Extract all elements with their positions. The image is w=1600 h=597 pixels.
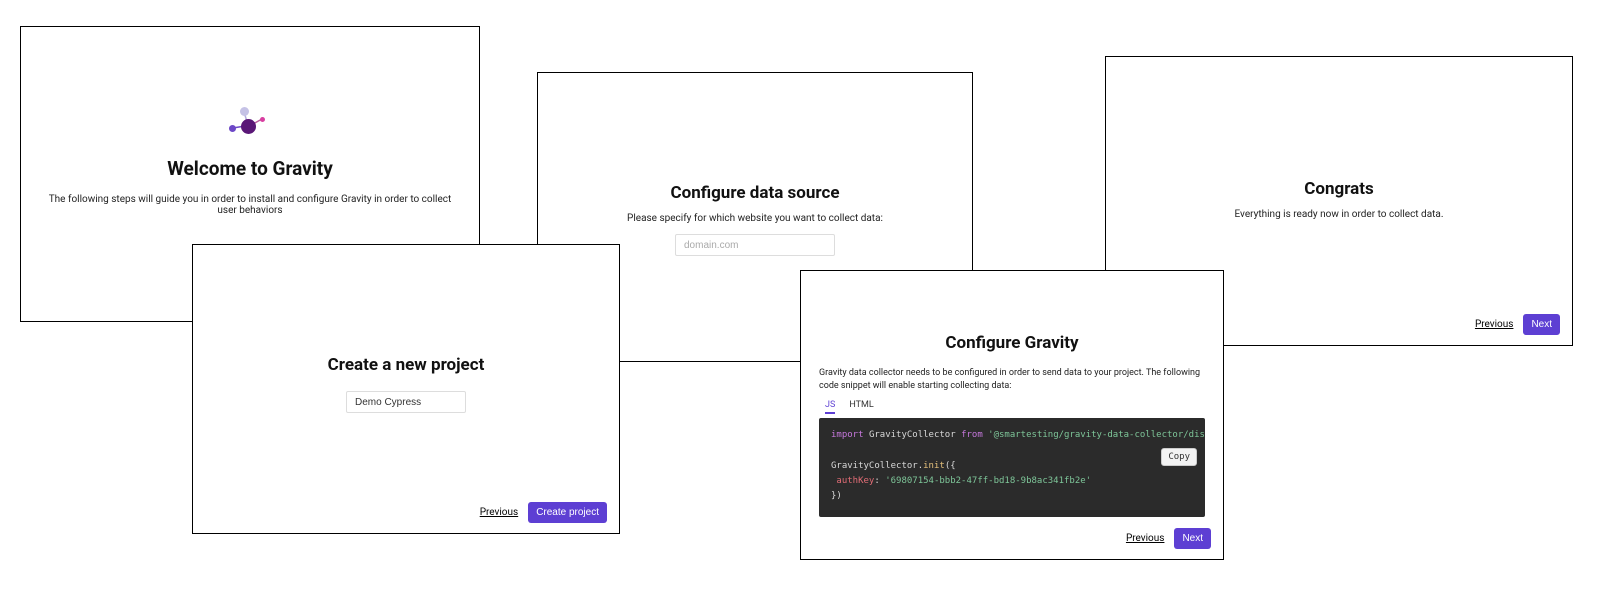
- data-source-subtitle: Please specify for which website you wan…: [603, 213, 907, 224]
- code-token: '69807154-bbb2-47ff-bd18-9b8ac341fb2e': [885, 476, 1091, 486]
- create-project-title: Create a new project: [328, 355, 485, 375]
- next-button[interactable]: Next: [1174, 528, 1211, 549]
- code-token: }): [831, 491, 842, 501]
- domain-input[interactable]: [675, 234, 835, 256]
- code-token: GravityCollector.: [831, 461, 923, 471]
- code-token: init: [923, 461, 945, 471]
- tab-html[interactable]: HTML: [849, 400, 873, 414]
- code-token: authKey: [836, 476, 874, 486]
- welcome-title: Welcome to Gravity: [167, 157, 333, 180]
- configure-description: Gravity data collector needs to be confi…: [819, 367, 1205, 392]
- code-tabs: JS HTML: [819, 400, 1205, 414]
- welcome-subtitle: The following steps will guide you in or…: [21, 194, 479, 216]
- step-configure-gravity-panel: Configure Gravity Gravity data collector…: [800, 270, 1224, 560]
- tab-js[interactable]: JS: [825, 400, 835, 414]
- project-name-input[interactable]: [346, 391, 466, 413]
- code-token: from: [961, 430, 983, 440]
- step-create-project-panel: Create a new project Previous Create pro…: [192, 244, 620, 534]
- onboarding-collage: Welcome to Gravity The following steps w…: [0, 0, 1600, 597]
- code-token: :: [874, 476, 885, 486]
- code-token: '@smartesting/gravity-data-collector/dis…: [988, 430, 1205, 440]
- next-button[interactable]: Next: [1523, 314, 1560, 335]
- code-token: GravityCollector: [869, 430, 956, 440]
- copy-button[interactable]: Copy: [1161, 448, 1197, 466]
- code-snippet: import GravityCollector from '@smartesti…: [819, 418, 1205, 516]
- code-token: import: [831, 430, 864, 440]
- create-project-button[interactable]: Create project: [528, 502, 607, 523]
- congrats-subtitle: Everything is ready now in order to coll…: [1211, 209, 1468, 220]
- congrats-title: Congrats: [1304, 179, 1374, 199]
- code-token: ({: [945, 461, 956, 471]
- data-source-title: Configure data source: [670, 183, 839, 203]
- previous-link[interactable]: Previous: [1475, 319, 1514, 330]
- gravity-logo-icon: [227, 107, 273, 137]
- previous-link[interactable]: Previous: [1126, 533, 1165, 544]
- previous-link[interactable]: Previous: [480, 507, 519, 518]
- configure-title: Configure Gravity: [819, 333, 1205, 353]
